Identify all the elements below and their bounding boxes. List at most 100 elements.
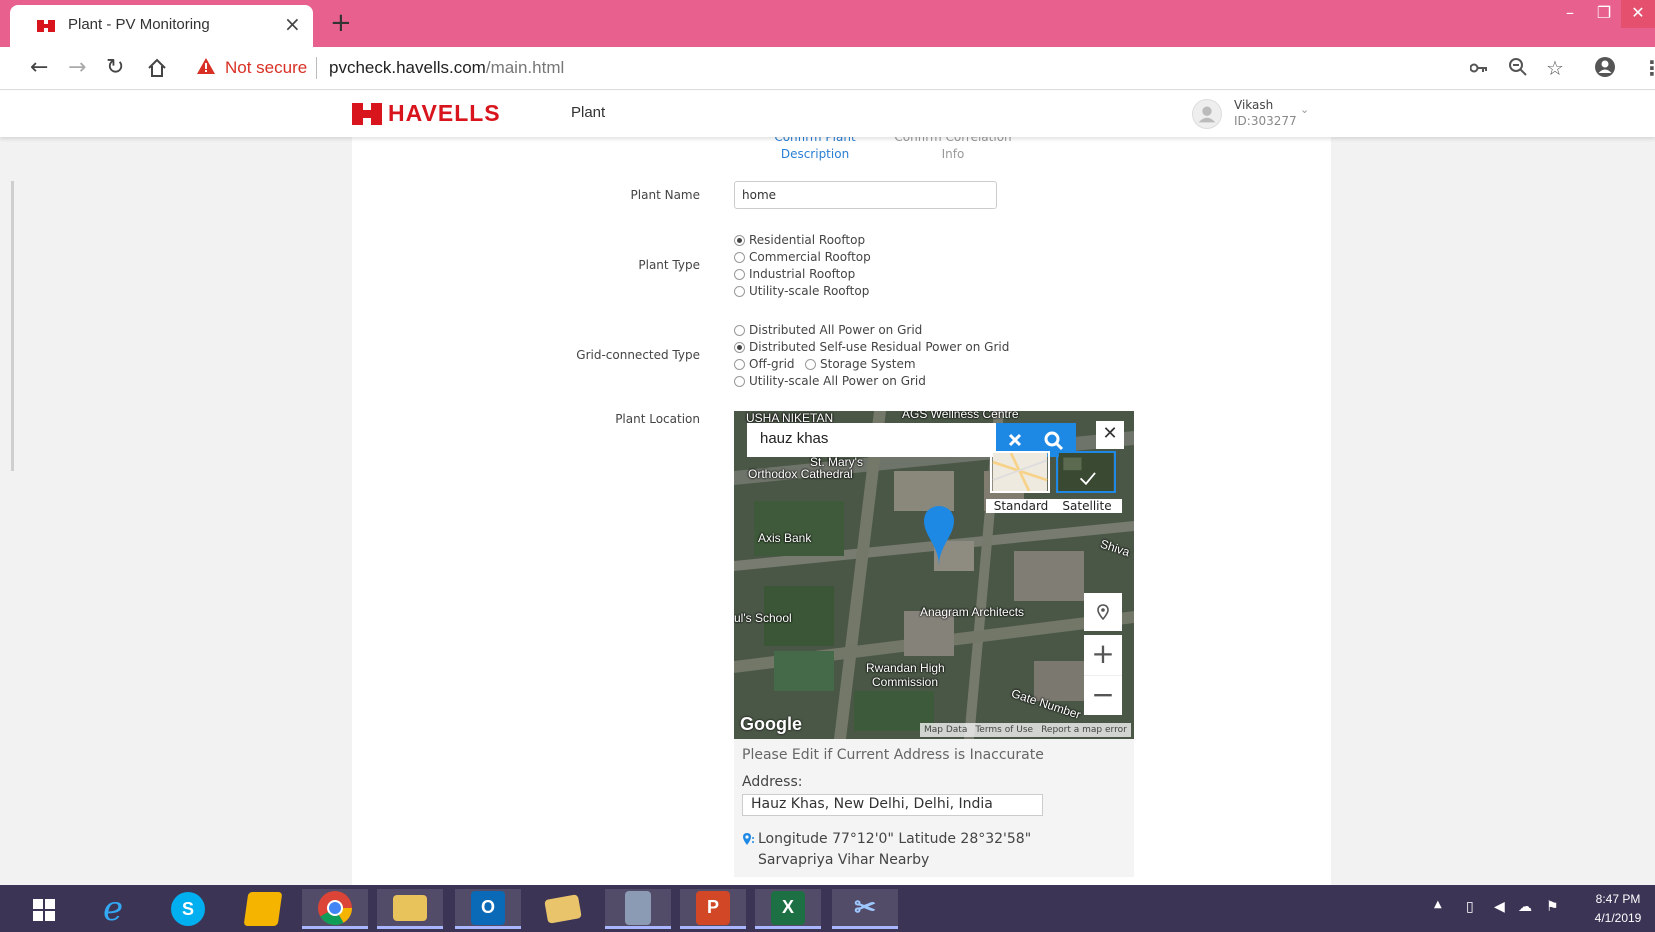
outlook-icon[interactable]: O <box>455 889 521 929</box>
clock[interactable]: 8:47 PM 4/1/2019 <box>1585 890 1651 928</box>
powerpoint-icon[interactable]: P <box>680 889 746 929</box>
map-type-satellite[interactable]: Satellite <box>1052 451 1122 513</box>
folder-icon[interactable] <box>530 889 596 929</box>
radio-storage-system[interactable]: Storage System <box>805 357 916 371</box>
tab-close-icon[interactable]: × <box>284 12 301 36</box>
step-label: Description <box>780 147 850 161</box>
warning-icon <box>197 58 215 74</box>
excel-icon[interactable]: X <box>755 889 821 929</box>
havells-favicon-icon <box>37 20 55 32</box>
radio-button <box>734 268 745 280</box>
radio-button <box>734 285 745 297</box>
radio-label: Off-grid <box>749 357 795 371</box>
restore-icon[interactable]: ❐ <box>1587 0 1621 28</box>
security-label[interactable]: Not secure <box>225 58 307 78</box>
search-icon[interactable] <box>1044 431 1064 451</box>
snipping-tool-icon[interactable]: ✂ <box>832 889 898 929</box>
reload-icon[interactable]: ↻ <box>106 55 124 80</box>
radio-distributed-all[interactable]: Distributed All Power on Grid <box>734 323 922 337</box>
browser-tab[interactable]: Plant - PV Monitoring × <box>10 5 313 47</box>
report-error-link[interactable]: Report a map error <box>1041 723 1127 737</box>
chevron-down-icon: ⌄ <box>1300 103 1310 116</box>
radio-industrial-rooftop[interactable]: Industrial Rooftop <box>734 267 855 281</box>
zoom-icon[interactable] <box>1508 57 1528 77</box>
coordinates: Longitude 77°12'0" Latitude 28°32'58" Sa… <box>742 829 1102 871</box>
address-note: Please Edit if Current Address is Inaccu… <box>742 747 1044 763</box>
home-icon[interactable] <box>146 57 168 79</box>
radio-button <box>734 324 745 336</box>
user-menu[interactable]: Vikash ID:303277 ⌄ <box>1192 95 1342 133</box>
zoom-out-icon[interactable]: − <box>1084 675 1122 715</box>
map-label: AGS Wellness Centre <box>902 411 1019 421</box>
taskbar: e S O P X ✂ ▲ ▯ ◀ ☁ ⚑ 8:47 PM 4/1/2019 <box>0 885 1655 932</box>
nav-plant[interactable]: Plant <box>571 104 605 121</box>
windows-start-icon[interactable] <box>33 899 55 921</box>
forward-icon[interactable]: → <box>68 55 86 80</box>
radio-label: Utility-scale Rooftop <box>749 284 870 298</box>
app-header: HAVELLS Plant Vikash ID:303277 ⌄ <box>0 91 1655 137</box>
screen: Plant - PV Monitoring × + – ❐ ✕ ← → ↻ No… <box>0 0 1655 932</box>
map-footer: Map Data Terms of Use Report a map error <box>920 723 1131 737</box>
radio-label: Distributed All Power on Grid <box>749 323 923 337</box>
map-label: Orthodox Cathedral <box>748 467 853 481</box>
terms-link[interactable]: Terms of Use <box>975 723 1033 737</box>
file-explorer-icon[interactable] <box>377 889 443 929</box>
radio-off-grid[interactable]: Off-grid <box>734 357 795 371</box>
radio-distributed-self-use[interactable]: Distributed Self-use Residual Power on G… <box>734 340 1009 354</box>
action-center-icon[interactable]: ⚑ <box>1546 899 1559 915</box>
radio-utility-rooftop[interactable]: Utility-scale Rooftop <box>734 284 869 298</box>
battery-icon[interactable]: ▯ <box>1466 899 1474 915</box>
browser-toolbar: ← → ↻ Not secure pvcheck.havells.com/mai… <box>0 47 1655 90</box>
map-label: ul's School <box>734 611 792 625</box>
ie-glyph: e <box>102 889 124 929</box>
menu-icon[interactable]: ⋮ <box>1642 56 1655 80</box>
map-search-input[interactable]: hauz khas <box>747 423 996 457</box>
avatar <box>1192 99 1222 129</box>
radio-label: Industrial Rooftop <box>749 267 856 281</box>
file-manager-icon[interactable] <box>230 889 296 929</box>
step-label: Info <box>941 147 965 161</box>
map-data-link[interactable]: Map Data <box>924 723 967 737</box>
google-logo: Google <box>740 714 802 734</box>
radio-commercial-rooftop[interactable]: Commercial Rooftop <box>734 250 871 264</box>
radio-label: Commercial Rooftop <box>749 250 871 264</box>
my-location-icon[interactable] <box>1084 593 1122 631</box>
satellite-map-thumb <box>1056 451 1116 493</box>
map-view[interactable]: USHA NIKETAN AGS Wellness Centre St. Mar… <box>734 411 1134 739</box>
radio-residential-rooftop[interactable]: Residential Rooftop <box>734 233 865 247</box>
zoom-in-icon[interactable]: + <box>1084 635 1122 675</box>
network-icon[interactable]: ☁ <box>1518 899 1532 915</box>
user-name: Vikash <box>1234 98 1274 112</box>
new-tab-button[interactable]: + <box>330 8 352 38</box>
location-pin-icon <box>743 833 754 845</box>
calculator-icon[interactable] <box>605 889 671 929</box>
url-field[interactable]: pvcheck.havells.com/main.html <box>329 58 564 78</box>
plant-name-input[interactable]: home <box>734 181 997 209</box>
address-input[interactable]: Hauz Khas, New Delhi, Delhi, India <box>742 794 1043 816</box>
back-icon[interactable]: ← <box>30 55 48 80</box>
map-type-standard[interactable]: Standard <box>986 451 1056 513</box>
radio-utility-all[interactable]: Utility-scale All Power on Grid <box>734 374 926 388</box>
tray-expand-icon[interactable]: ▲ <box>1434 899 1442 910</box>
radio-button <box>805 358 816 370</box>
profile-icon[interactable] <box>1594 56 1616 78</box>
clear-icon[interactable] <box>1008 433 1022 447</box>
radio-button <box>734 341 745 353</box>
map-close-icon[interactable]: ✕ <box>1096 421 1124 449</box>
standard-map-thumb <box>990 451 1050 493</box>
key-icon[interactable] <box>1470 62 1488 74</box>
internet-explorer-icon[interactable]: e <box>80 889 146 929</box>
volume-icon[interactable]: ◀ <box>1494 899 1505 915</box>
grid-type-label: Grid-connected Type <box>576 348 700 362</box>
bookmark-star-icon[interactable]: ☆ <box>1546 56 1564 80</box>
radio-label: Distributed Self-use Residual Power on G… <box>749 340 1010 354</box>
havells-logo[interactable]: HAVELLS <box>352 100 501 127</box>
plant-location-label: Plant Location <box>615 412 700 426</box>
window-close-icon[interactable]: ✕ <box>1621 0 1655 28</box>
zoom-controls: + − <box>1084 635 1122 715</box>
radio-button <box>734 234 745 246</box>
scroll-indicator[interactable] <box>11 181 14 471</box>
skype-icon[interactable]: S <box>155 889 221 929</box>
minimize-icon[interactable]: – <box>1553 0 1587 28</box>
chrome-icon[interactable] <box>302 889 368 929</box>
